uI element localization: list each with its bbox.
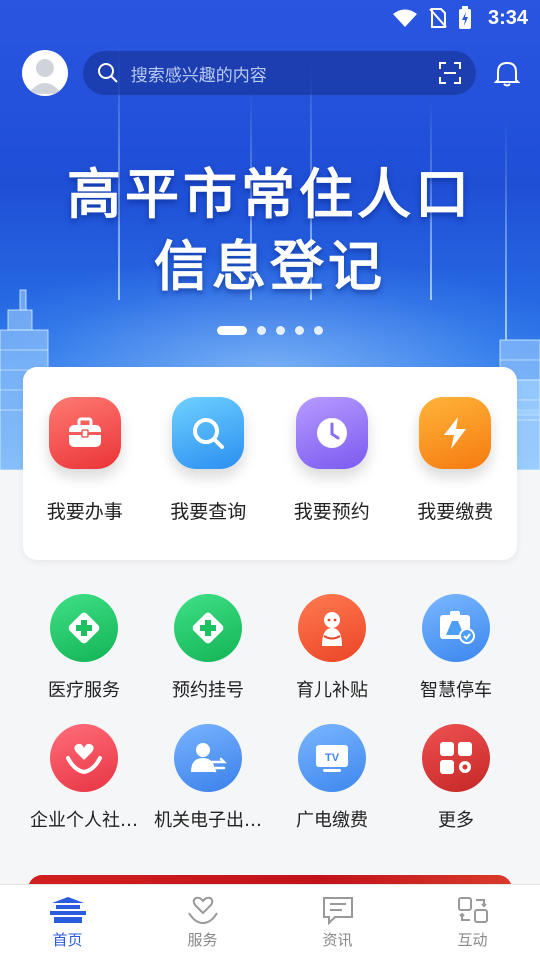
service-label: 医疗服务 xyxy=(48,680,120,701)
service-label: 广电缴费 xyxy=(296,810,368,831)
service-label: 机关电子出… xyxy=(154,810,262,831)
quick-action-appointment[interactable]: 我要预约 xyxy=(270,397,394,560)
service-label: 预约挂号 xyxy=(172,680,244,701)
nav-tab-news[interactable]: 资讯 xyxy=(270,885,405,960)
service-label: 智慧停车 xyxy=(420,680,492,701)
nav-label: 首页 xyxy=(52,931,83,949)
news-chat-icon xyxy=(322,897,353,925)
top-bar: 搜索感兴趣的内容 xyxy=(22,50,522,96)
user-avatar-icon xyxy=(27,59,62,94)
grid-gear-icon xyxy=(422,724,490,792)
bottom-navigation: 首页 服务 资讯 互动 xyxy=(0,884,540,960)
avatar[interactable] xyxy=(22,50,68,96)
service-medical[interactable]: 医疗服务 xyxy=(22,594,146,724)
status-time: 3:34 xyxy=(487,6,528,29)
services-grid: 医疗服务 预约挂号 育儿补贴 智慧停车 企业个人社… 机关电子出… TV 广电缴… xyxy=(22,594,518,854)
nav-label: 服务 xyxy=(187,931,218,949)
heart-hand-icon xyxy=(187,896,218,925)
search-bar[interactable]: 搜索感兴趣的内容 xyxy=(82,51,477,95)
interaction-icon xyxy=(457,897,488,923)
banner-title-line2: 信息登记 xyxy=(154,235,386,298)
heart-hands-icon xyxy=(50,724,118,792)
quick-action-query[interactable]: 我要查询 xyxy=(147,397,271,560)
service-label: 育儿补贴 xyxy=(296,680,368,701)
nav-tab-services[interactable]: 服务 xyxy=(135,885,270,960)
carousel-dot[interactable] xyxy=(314,326,323,335)
quick-action-label: 我要办事 xyxy=(46,501,123,523)
carousel-dot[interactable] xyxy=(257,326,266,335)
scan-icon[interactable] xyxy=(438,61,462,85)
status-bar: 3:34 xyxy=(0,0,540,36)
wifi-icon xyxy=(392,9,417,27)
service-label: 更多 xyxy=(438,810,474,831)
service-broadcast-payment[interactable]: TV 广电缴费 xyxy=(270,724,394,854)
search-placeholder: 搜索感兴趣的内容 xyxy=(130,65,267,86)
person-transfer-icon xyxy=(174,724,242,792)
nav-label: 资讯 xyxy=(322,931,353,949)
service-smart-parking[interactable]: 智慧停车 xyxy=(394,594,518,724)
service-more[interactable]: 更多 xyxy=(394,724,518,854)
carousel-dot[interactable] xyxy=(276,326,285,335)
medical-cross-icon xyxy=(174,594,242,662)
service-childcare-subsidy[interactable]: 育儿补贴 xyxy=(270,594,394,724)
banner-title-line1: 高平市常住人口 xyxy=(67,163,473,226)
carousel-dot-active[interactable] xyxy=(217,326,247,335)
clock-icon xyxy=(295,397,368,469)
briefcase-icon xyxy=(48,397,121,469)
nav-tab-interaction[interactable]: 互动 xyxy=(405,885,540,960)
service-label: 企业个人社… xyxy=(30,810,138,831)
nav-label: 互动 xyxy=(457,931,488,949)
notification-bell[interactable] xyxy=(492,58,522,88)
quick-action-label: 我要缴费 xyxy=(417,501,494,523)
carousel-indicator xyxy=(0,326,540,335)
tv-icon: TV xyxy=(298,724,366,792)
carousel-dot[interactable] xyxy=(295,326,304,335)
search-icon xyxy=(172,397,245,469)
quick-action-payment[interactable]: 我要缴费 xyxy=(394,397,518,560)
lightning-icon xyxy=(419,397,492,469)
baby-icon xyxy=(298,594,366,662)
service-social-security[interactable]: 企业个人社… xyxy=(22,724,146,854)
service-e-certificate[interactable]: 机关电子出… xyxy=(146,724,270,854)
parking-icon xyxy=(422,594,490,662)
quick-action-label: 我要预约 xyxy=(293,501,370,523)
medical-cross-icon xyxy=(50,594,118,662)
quick-action-handle-affairs[interactable]: 我要办事 xyxy=(23,397,147,560)
svg-text:TV: TV xyxy=(325,752,340,764)
bell-icon xyxy=(494,61,521,87)
home-building-icon xyxy=(49,897,86,923)
no-sim-icon xyxy=(429,8,447,28)
service-registration[interactable]: 预约挂号 xyxy=(146,594,270,724)
search-icon xyxy=(97,63,118,83)
quick-actions-card: 我要办事 我要查询 我要预约 我要缴费 xyxy=(23,367,517,560)
quick-action-label: 我要查询 xyxy=(170,501,247,523)
nav-tab-home[interactable]: 首页 xyxy=(0,885,135,960)
battery-charging-icon xyxy=(458,6,471,29)
